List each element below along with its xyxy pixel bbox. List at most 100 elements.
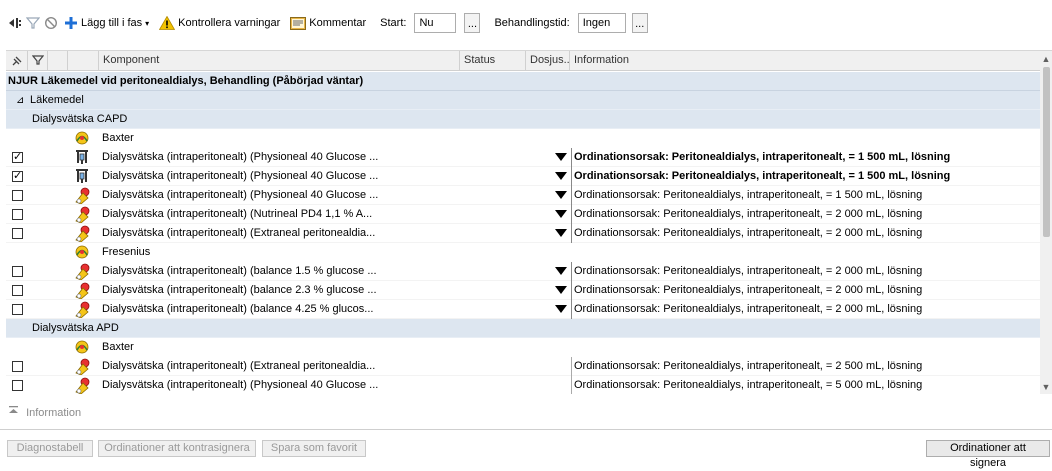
bag-icon	[74, 149, 92, 166]
vertical-scrollbar[interactable]: ▲ ▼	[1040, 51, 1052, 394]
check-warnings-button[interactable]: Kontrollera varningar	[157, 15, 282, 31]
save-favorite-button[interactable]: Spara som favorit	[262, 440, 366, 457]
scrollbar-thumb[interactable]	[1043, 67, 1050, 237]
information-cell: Ordinationsorsak: Peritonealdialys, intr…	[571, 224, 1041, 243]
component-name: Dialysvätska (intraperitonealt) (Physion…	[102, 151, 379, 163]
duration-picker-button[interactable]: ...	[631, 13, 648, 33]
table-row[interactable]: Dialysvätska (intraperitonealt) (Nutrine…	[6, 205, 1040, 224]
table-row[interactable]: Dialysvätska (intraperitonealt) (Physion…	[6, 376, 1040, 394]
duration-field[interactable]: Ingen	[577, 13, 626, 33]
information-panel-toggle[interactable]: Information	[8, 406, 81, 419]
group-row[interactable]: Dialysvätska CAPD	[6, 110, 1040, 129]
component-name: Dialysvätska (intraperitonealt) (Physion…	[102, 189, 379, 201]
row-checkbox[interactable]	[12, 361, 23, 372]
group-label: Dialysvätska CAPD	[32, 113, 128, 125]
start-picker-button[interactable]: ...	[464, 13, 481, 33]
dropdown-arrow-icon[interactable]	[555, 305, 567, 313]
row-checkbox[interactable]	[12, 304, 23, 315]
supplier-row[interactable]: Fresenius	[6, 243, 1040, 262]
medication-icon	[74, 358, 92, 376]
row-checkbox[interactable]: ✓	[12, 171, 23, 182]
group-label: Dialysvätska APD	[32, 322, 119, 334]
component-name: Dialysvätska (intraperitonealt) (balance…	[102, 284, 377, 296]
comment-label: Kommentar	[309, 17, 367, 29]
scroll-down-icon[interactable]: ▼	[1040, 381, 1052, 393]
cancel-icon[interactable]	[44, 15, 58, 31]
medication-icon	[74, 187, 92, 205]
dropdown-arrow-icon[interactable]	[555, 286, 567, 294]
collapse-panel-icon[interactable]	[8, 15, 22, 31]
supplier-row[interactable]: Baxter	[6, 129, 1040, 148]
countersign-orders-button[interactable]: Ordinationer att kontrasignera	[98, 440, 256, 457]
supplier-icon	[74, 244, 92, 261]
header-dosjus[interactable]: Dosjus...	[526, 51, 570, 70]
comment-button[interactable]: Kommentar	[288, 15, 368, 31]
supplier-label: Baxter	[102, 132, 134, 144]
filter-icon	[31, 54, 45, 70]
dropdown-arrow-icon[interactable]	[555, 229, 567, 237]
information-cell: Ordinationsorsak: Peritonealdialys, intr…	[571, 167, 1041, 186]
dropdown-arrow-icon[interactable]	[555, 267, 567, 275]
table-row[interactable]: Dialysvätska (intraperitonealt) (Physion…	[6, 186, 1040, 205]
information-panel: Information	[0, 400, 1052, 430]
header-status[interactable]: Status	[460, 51, 526, 70]
row-checkbox[interactable]	[12, 209, 23, 220]
medication-icon	[74, 206, 92, 224]
supplier-label: Baxter	[102, 341, 134, 353]
start-field[interactable]: Nu	[414, 13, 457, 33]
medication-icon	[74, 263, 92, 281]
dropdown-arrow-icon[interactable]	[555, 210, 567, 218]
information-cell: Ordinationsorsak: Peritonealdialys, intr…	[571, 357, 1041, 376]
dropdown-arrow-icon[interactable]	[555, 153, 567, 161]
row-checkbox[interactable]	[12, 285, 23, 296]
table-row[interactable]: Dialysvätska (intraperitonealt) (balance…	[6, 262, 1040, 281]
warning-icon	[159, 15, 176, 31]
table-row[interactable]: Dialysvätska (intraperitonealt) (Extrane…	[6, 357, 1040, 376]
link-icon	[11, 54, 24, 70]
supplier-label: Fresenius	[102, 246, 151, 258]
table-row[interactable]: Dialysvätska (intraperitonealt) (balance…	[6, 300, 1040, 319]
filter-icon[interactable]	[26, 15, 40, 31]
diagnostabell-button[interactable]: Diagnostabell	[7, 440, 93, 457]
table-row[interactable]: Dialysvätska (intraperitonealt) (balance…	[6, 281, 1040, 300]
expand-icon[interactable]: ⊿	[16, 91, 24, 110]
supplier-row[interactable]: Baxter	[6, 338, 1040, 357]
component-name: Dialysvätska (intraperitonealt) (balance…	[102, 303, 374, 315]
row-checkbox[interactable]	[12, 190, 23, 201]
dropdown-caret-icon: ▾	[145, 18, 150, 28]
header-komponent[interactable]: Komponent	[98, 51, 460, 70]
grid-rows: NJUR Läkemedel vid peritonealdialys, Beh…	[6, 72, 1040, 394]
plan-title-row[interactable]: NJUR Läkemedel vid peritonealdialys, Beh…	[6, 72, 1040, 91]
category-label: Läkemedel	[30, 94, 84, 106]
information-cell: Ordinationsorsak: Peritonealdialys, intr…	[571, 262, 1041, 281]
header-link-column[interactable]	[6, 51, 28, 70]
component-name: Dialysvätska (intraperitonealt) (Extrane…	[102, 360, 376, 372]
component-name: Dialysvätska (intraperitonealt) (Extrane…	[102, 227, 376, 239]
bag-icon	[74, 168, 92, 185]
category-row[interactable]: ⊿ Läkemedel	[6, 91, 1040, 110]
header-filter-column[interactable]	[28, 51, 48, 70]
component-name: Dialysvätska (intraperitonealt) (balance…	[102, 265, 377, 277]
collapse-up-icon	[8, 406, 22, 419]
header-blank-column[interactable]	[48, 51, 68, 70]
row-checkbox[interactable]	[12, 380, 23, 391]
check-warnings-label: Kontrollera varningar	[178, 17, 281, 29]
order-grid: Komponent Status Dosjus... Information N…	[6, 50, 1052, 394]
information-cell: Ordinationsorsak: Peritonealdialys, intr…	[571, 148, 1041, 167]
component-name: Dialysvätska (intraperitonealt) (Physion…	[102, 379, 379, 391]
scroll-up-icon[interactable]: ▲	[1040, 53, 1052, 65]
row-checkbox[interactable]	[12, 228, 23, 239]
table-row[interactable]: ✓ Dialysvätska (intraperitonealt) (Physio…	[6, 167, 1040, 186]
row-checkbox[interactable]: ✓	[12, 152, 23, 163]
group-row[interactable]: Dialysvätska APD	[6, 319, 1040, 338]
table-row[interactable]: ✓ Dialysvätska (intraperitonealt) (Physio…	[6, 148, 1040, 167]
sign-orders-button[interactable]: Ordinationer att signera	[926, 440, 1050, 469]
add-to-phase-button[interactable]: Lägg till i fas ▾	[62, 15, 151, 31]
dropdown-arrow-icon[interactable]	[555, 191, 567, 199]
table-row[interactable]: Dialysvätska (intraperitonealt) (Extrane…	[6, 224, 1040, 243]
header-information[interactable]: Information	[570, 51, 1040, 70]
information-cell: Ordinationsorsak: Peritonealdialys, intr…	[571, 300, 1041, 319]
row-checkbox[interactable]	[12, 266, 23, 277]
component-name: Dialysvätska (intraperitonealt) (Physion…	[102, 170, 379, 182]
dropdown-arrow-icon[interactable]	[555, 172, 567, 180]
